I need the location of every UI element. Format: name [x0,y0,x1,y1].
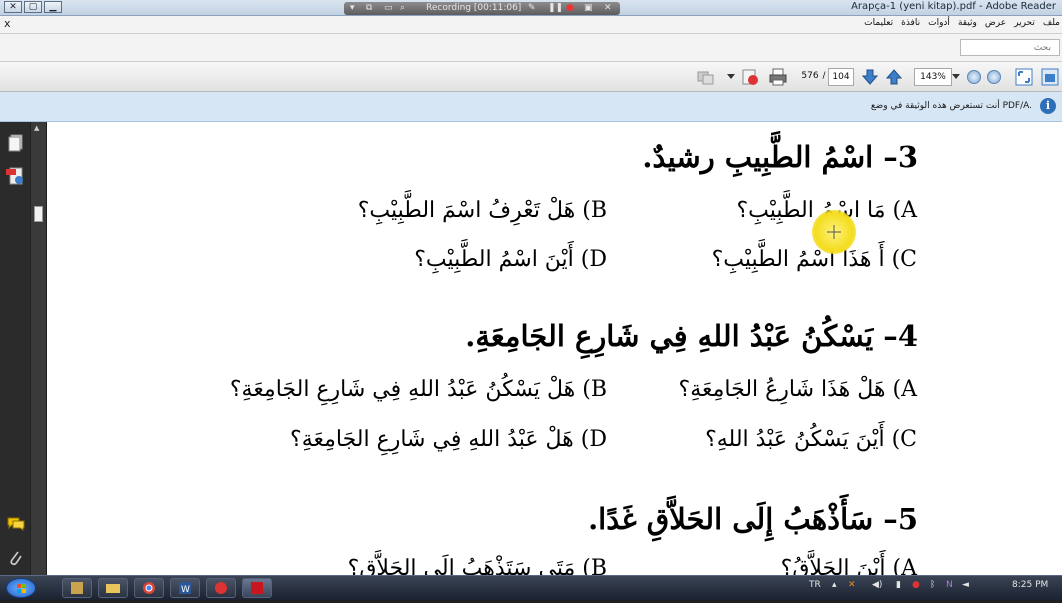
rec-pause-icon[interactable]: ❚❚ [548,2,563,15]
taskbar-recorder-icon[interactable] [206,578,236,598]
cursor-highlight [812,210,856,254]
question-3-option-d: D) أَيْنَ اسْمُ الطَّبِيْبِ؟ [414,247,607,272]
scroll-up-icon[interactable]: ▲ [34,124,39,132]
menu-item-help[interactable]: تعليمات [864,18,893,28]
menu-item-tools[interactable]: أدوات [928,18,950,28]
info-bar: أنت تستعرض هذه الوثيقة في وضع PDF/A. i [0,92,1062,122]
search-input[interactable] [960,39,1060,56]
zoom-out-icon[interactable] [964,67,984,87]
zoom-field[interactable]: 143% [914,68,952,86]
question-4-option-c: C) أَيْنَ يَسْكُنُ عَبْدُ اللهِ؟ [705,427,917,452]
vertical-scrollbar[interactable]: ▲ [30,122,46,575]
maximize-window-button[interactable]: ▢ [24,1,42,13]
svg-text:W: W [181,585,190,595]
attachment-icon[interactable] [8,548,22,570]
question-4-option-d: D) هَلْ عَبْدُ اللهِ فِي شَارِعِ الجَامِ… [290,427,607,452]
recording-label: Recording [00:11:06] [426,3,522,13]
zoom-dropdown-icon[interactable] [951,67,961,87]
question-4-title: 4– يَسْكُنُ عَبْدُ اللهِ فِي شَارِعِ الج… [465,319,918,353]
previous-page-icon[interactable] [884,67,904,87]
page-separator: / [822,71,826,81]
menu-item-file[interactable]: ملف [1043,18,1060,28]
rec-search-icon[interactable]: ⌕ [400,2,405,15]
volume-icon[interactable]: ◀) [872,580,882,590]
taskbar-chrome-icon[interactable] [134,578,164,598]
menu-item-view[interactable]: عرض [985,18,1006,28]
question-5-option-b: B) مَتَى سَتَذْهَبُ إِلَى الحَلاَّقِ؟ [347,556,607,575]
taskbar-adobe-reader-icon[interactable] [242,578,272,598]
question-5-option-a: A) أَيْنَ الحَلاَّقُ؟ [780,556,917,575]
create-pdf-icon[interactable] [740,67,760,87]
question-4-option-b: B) هَلْ يَسْكُنُ عَبْدُ اللهِ فِي شَارِع… [229,377,607,402]
rec-close-icon[interactable]: ✕ [604,2,612,15]
menu-item-edit[interactable]: تحرير [1014,18,1035,28]
scrollbar-thumb[interactable] [34,206,43,222]
language-indicator[interactable]: TR [809,580,821,590]
pdf-attachment-icon[interactable] [5,166,25,190]
tray-expand-icon[interactable]: ▴ [832,580,837,590]
rec-region-icon[interactable]: ▭ [384,2,393,15]
menu-close-icon[interactable]: x [4,17,11,30]
toolbar: 576 / 104 143% [0,62,1062,92]
navigation-panel [0,122,30,575]
rec-menu-icon[interactable]: ▾ [350,2,355,15]
question-4-option-a: A) هَلْ هَذَا شَارِعُ الجَامِعَةِ؟ [678,377,917,402]
recording-bar: ▾ ⧉ ▭ ⌕ Recording [00:11:06] ✎ ❚❚ ● ▣ ✕ [344,2,620,15]
close-window-button[interactable]: ✕ [4,1,22,13]
fit-width-icon[interactable] [1040,67,1060,87]
question-5-title: 5– سَأَذْهَبُ إِلَى الحَلاَّقِ غَدًا. [588,502,918,536]
rec-camera-icon[interactable]: ▣ [584,2,593,15]
minimize-window-button[interactable]: ▁ [44,1,62,13]
menu-bar: x ملف تحرير عرض وثيقة أدوات نافذة تعليما… [0,16,1062,34]
speaker-icon[interactable]: ◄ [962,580,969,590]
question-3-title: 3– اسْمُ الطَّبِيبِ رشيدٌ. [642,140,918,174]
next-page-icon[interactable] [860,67,880,87]
rec-pen-icon[interactable]: ✎ [528,2,536,15]
title-bar: ✕ ▢ ▁ ▾ ⧉ ▭ ⌕ Recording [00:11:06] ✎ ❚❚ … [0,0,1062,16]
taskbar-word-icon[interactable]: W [170,578,200,598]
tray-alert-icon[interactable]: ● [912,580,920,590]
menu-item-window[interactable]: نافذة [901,18,920,28]
tray-app-icon[interactable]: ✕ [848,580,856,590]
page-current[interactable]: 576 [800,68,820,86]
page-number-field[interactable]: 104 [828,68,854,86]
zoom-in-icon[interactable] [984,67,1004,87]
rec-window-icon[interactable]: ⧉ [366,2,372,15]
taskbar-media-icon[interactable] [62,578,92,598]
clock-time[interactable]: 8:25 PM [1012,580,1048,590]
dropdown-arrow-icon[interactable] [726,67,736,87]
print-icon[interactable] [768,67,788,87]
share-icon[interactable] [696,67,716,87]
taskbar-explorer-icon[interactable] [98,578,128,598]
bluetooth-icon[interactable]: ᛒ [930,580,935,590]
window-title: Arapça-1 (yeni kitap).pdf - Adobe Reader [851,1,1056,12]
info-message: أنت تستعرض هذه الوثيقة في وضع PDF/A. [870,101,1032,111]
menu-items: ملف تحرير عرض وثيقة أدوات نافذة تعليمات [864,18,1060,28]
pdf-document-page: 3– اسْمُ الطَّبِيبِ رشيدٌ. A) مَا اسْمُ … [47,122,1062,575]
rec-record-icon[interactable]: ● [566,2,574,15]
pages-icon[interactable] [8,134,24,156]
menu-item-document[interactable]: وثيقة [958,18,977,28]
info-icon: i [1040,98,1056,114]
search-row [0,34,1062,62]
question-3-option-b: B) هَلْ تَعْرِفُ اسْمَ الطَّبِيْبِ؟ [357,198,607,223]
network-icon[interactable]: ▮ [896,580,901,590]
comments-icon[interactable] [7,516,25,535]
start-button[interactable] [6,578,36,598]
onenote-icon[interactable]: N [946,580,953,590]
fit-page-icon[interactable] [1014,67,1034,87]
